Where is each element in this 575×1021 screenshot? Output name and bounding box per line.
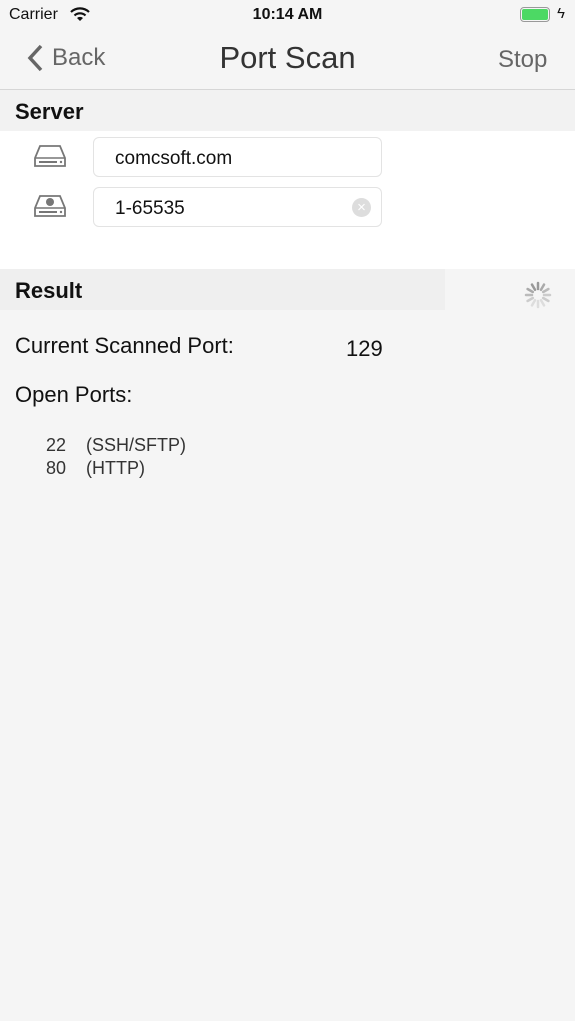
current-port-label: Current Scanned Port: (15, 333, 234, 358)
port-range-value: 1-65535 (115, 198, 185, 219)
navigation-bar: Back Port Scan Stop (0, 30, 575, 90)
clear-icon[interactable]: × (352, 198, 371, 217)
port-number: 22 (46, 435, 67, 455)
list-item: 22 (SSH/SFTP) (46, 434, 186, 457)
port-service: (SSH/SFTP) (86, 435, 187, 455)
result-section-header: Result (0, 269, 445, 310)
result-header: Result (15, 278, 83, 303)
charging-icon: ϟ (557, 5, 565, 22)
list-item: 80 (HTTP) (46, 457, 186, 480)
open-ports-label: Open Ports: (15, 382, 133, 407)
loading-spinner-icon (524, 281, 552, 309)
port-number: 80 (46, 458, 67, 478)
server-header: Server (15, 99, 84, 124)
status-bar: Carrier 10:14 AM ϟ (0, 0, 575, 30)
hard-drive-icon (34, 145, 66, 167)
port-range-input[interactable]: 1-65535 × (93, 187, 382, 227)
server-section: comcsoft.com 1-65535 × (0, 131, 575, 269)
clock: 10:14 AM (252, 6, 323, 23)
network-drive-icon (34, 195, 66, 217)
battery-icon (520, 7, 550, 22)
current-port-value: 129 (346, 336, 383, 361)
port-service: (HTTP) (86, 458, 145, 478)
open-ports-list: 22 (SSH/SFTP) 80 (HTTP) (46, 434, 186, 480)
page-title: Port Scan (219, 40, 356, 75)
host-input[interactable]: comcsoft.com (93, 137, 382, 177)
stop-button[interactable]: Stop (498, 46, 547, 74)
server-section-header: Server (0, 90, 575, 131)
